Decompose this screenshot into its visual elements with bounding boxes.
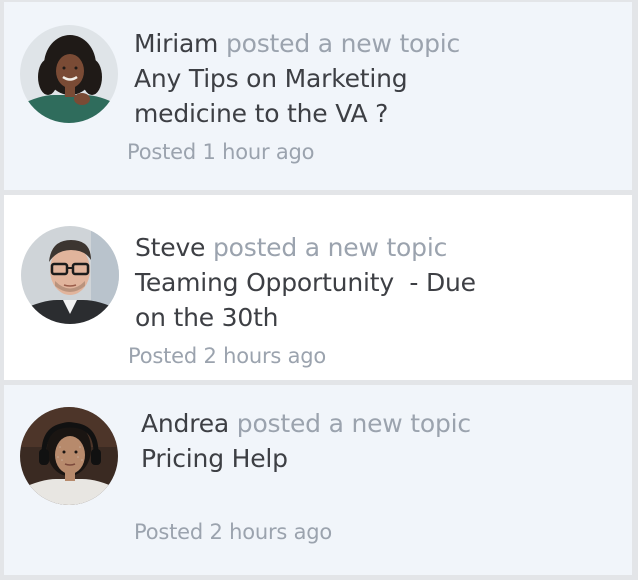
post-timestamp: Posted 1 hour ago [127,140,315,164]
post-headline: Andrea posted a new topic [141,406,471,441]
topic-title[interactable]: Pricing Help [141,441,501,476]
avatar[interactable] [20,25,118,123]
topic-title[interactable]: Any Tips on Marketing medicine to the VA… [134,61,494,131]
avatar-photo [20,407,118,505]
post-headline: Steve posted a new topic [135,230,447,265]
avatar[interactable] [20,407,118,505]
avatar[interactable] [21,226,119,324]
post-action: posted a new topic [225,29,461,58]
feed-item[interactable]: Miriam posted a new topic Any Tips on Ma… [4,2,632,190]
author-name[interactable]: Miriam [134,29,218,58]
avatar-photo [21,226,119,324]
post-action: posted a new topic [236,409,471,438]
post-headline: Miriam posted a new topic [134,26,460,61]
post-timestamp: Posted 2 hours ago [128,344,327,368]
post-timestamp: Posted 2 hours ago [134,520,333,544]
post-action: posted a new topic [212,233,448,262]
feed-item[interactable]: Andrea posted a new topic Pricing Help P… [4,385,632,575]
author-name[interactable]: Andrea [141,409,229,438]
topic-title[interactable]: Teaming Opportunity - Due on the 30th [135,265,495,335]
author-name[interactable]: Steve [135,233,205,262]
activity-feed: Miriam posted a new topic Any Tips on Ma… [0,0,638,580]
avatar-photo [20,25,118,123]
feed-item[interactable]: Steve posted a new topic Teaming Opportu… [4,195,632,380]
